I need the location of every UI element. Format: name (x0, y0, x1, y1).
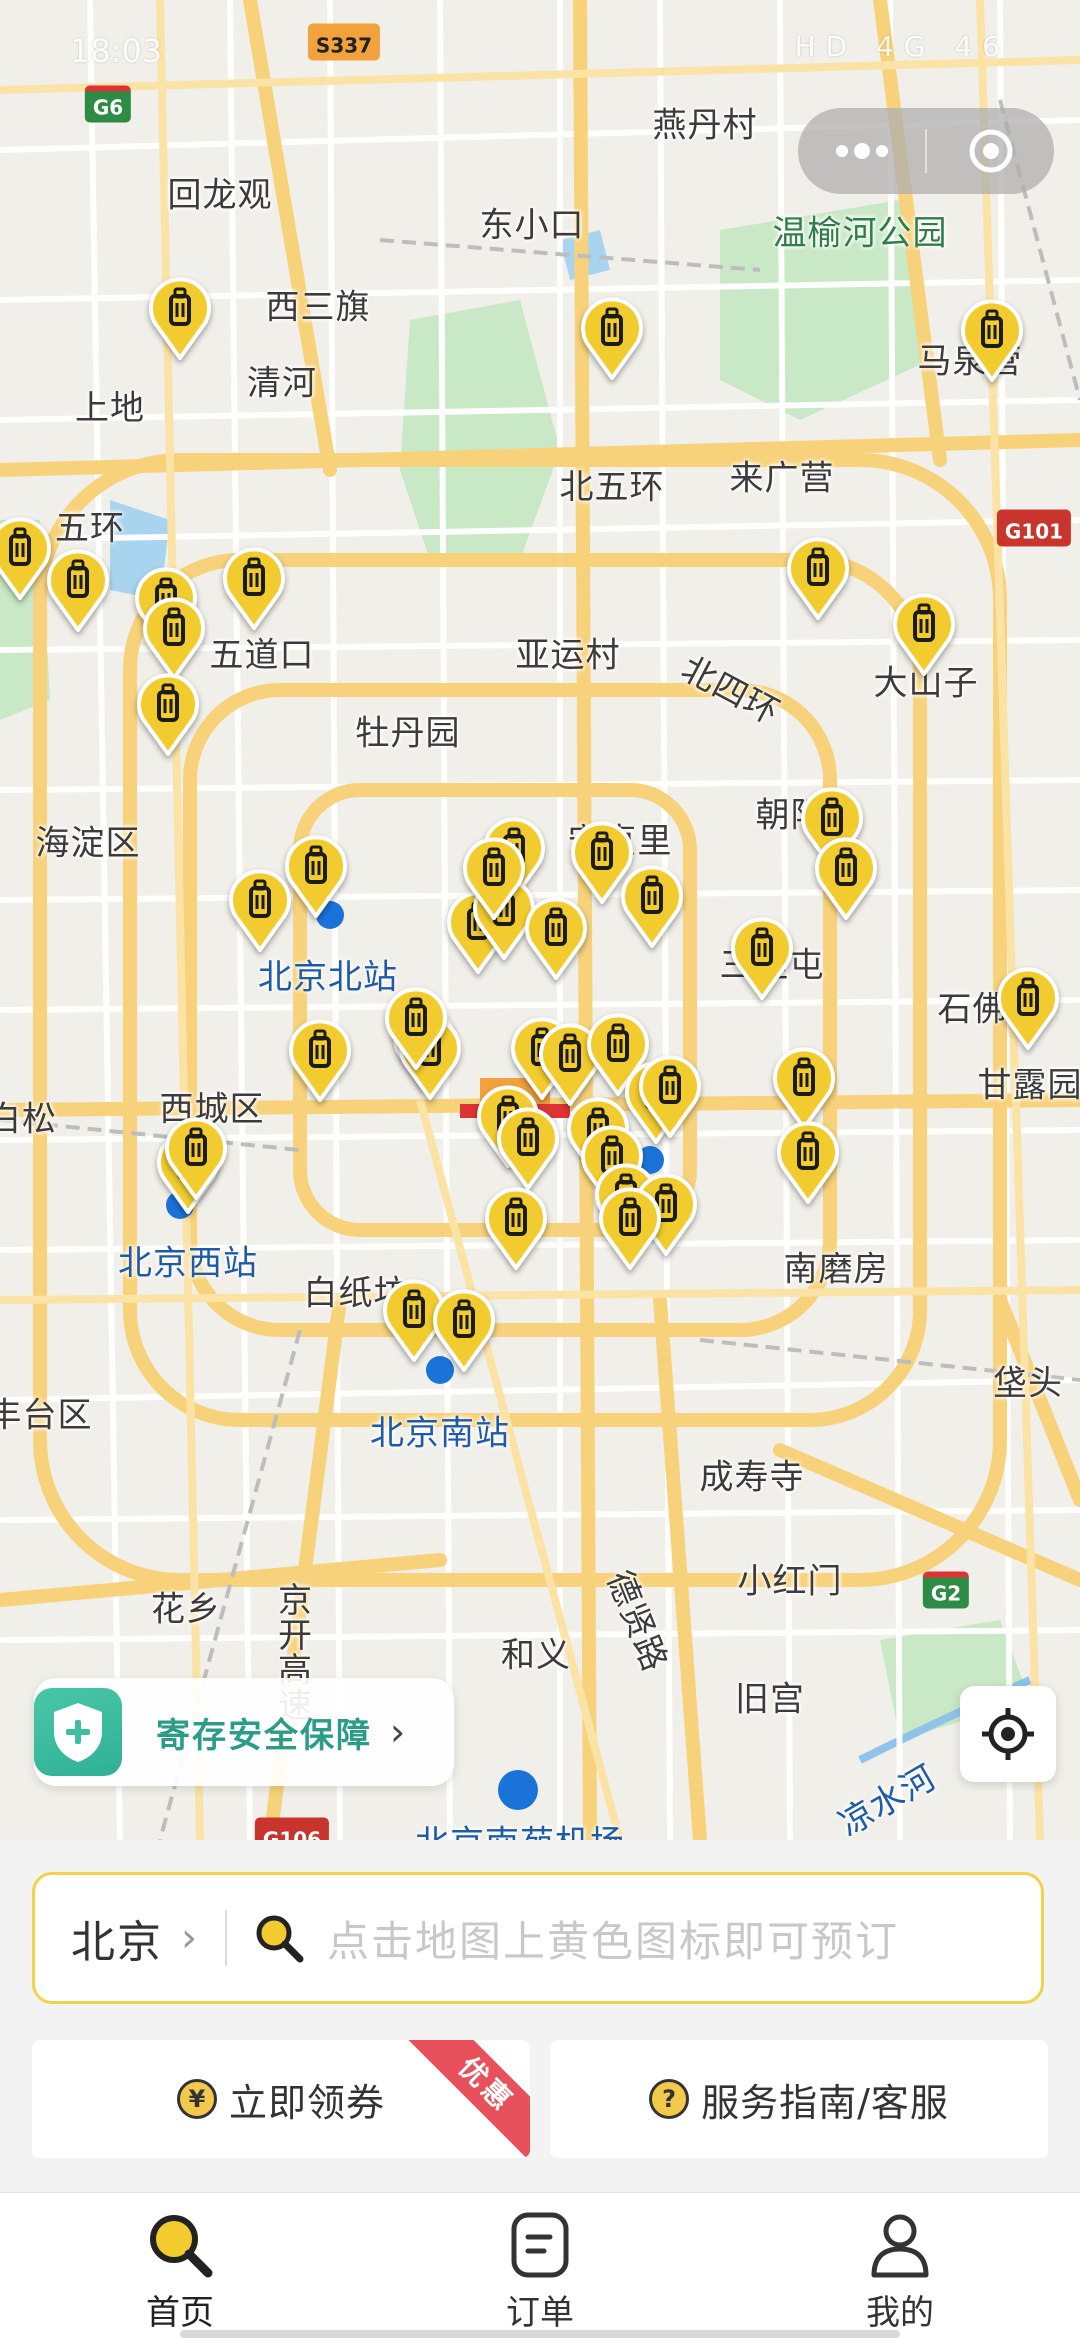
luggage-pin[interactable] (147, 276, 213, 360)
search-bar[interactable]: 北京 › 点击地图上黄色图标即可预订 (32, 1872, 1044, 2004)
map-label-beijingxi: 北京西站 (118, 1243, 258, 1284)
tab-orders-label: 订单 (506, 2293, 574, 2333)
map-label-mudanyuan: 牡丹园 (355, 713, 461, 754)
search-icon (253, 1912, 305, 1964)
chevron-right-icon: › (181, 1915, 197, 1961)
map-label-laiguangying: 来广营 (729, 458, 835, 499)
search-icon (150, 2215, 213, 2278)
bottom-panel: 北京 › 点击地图上黄色图标即可预订 ¥ 立即领券 优惠 ? 服务指南/客服 (0, 1840, 1080, 2192)
map-label-nanmofang: 南磨房 (783, 1249, 889, 1290)
map-label-dongxiaokou: 东小口 (479, 205, 585, 246)
map-label-nanyuan-airport: 北京南苑机场 (415, 1816, 625, 1841)
luggage-pin[interactable] (221, 546, 287, 630)
safety-guarantee-label: 寄存安全保障 (156, 1715, 372, 1756)
status-icons: HD 4G 46 (794, 30, 1010, 63)
bottom-tab-bar: 首页 订单 我的 (0, 2192, 1080, 2340)
luggage-pin[interactable] (483, 1186, 549, 1270)
highway-shield-g2: G2 (922, 1571, 970, 1609)
map-label-yandancun: 燕丹村 (652, 105, 758, 146)
luggage-pin[interactable] (163, 1116, 229, 1200)
crosshair-icon (982, 1708, 1034, 1760)
get-coupon-label: 立即领券 (228, 2080, 385, 2125)
map-label-wudaokou: 五道口 (209, 635, 315, 676)
luggage-pin[interactable] (995, 966, 1061, 1050)
user-icon (871, 2214, 929, 2278)
yen-coin-icon: ¥ (176, 2079, 217, 2119)
luggage-pin[interactable] (771, 1046, 837, 1130)
luggage-pin[interactable] (729, 916, 795, 1000)
search-divider (225, 1910, 227, 1966)
service-guide-label: 服务指南/客服 (701, 2080, 949, 2125)
question-icon: ? (649, 2079, 690, 2119)
map-label-haidian: 海淀区 (35, 823, 141, 864)
tab-home[interactable]: 首页 (0, 2193, 360, 2340)
luggage-pin[interactable] (431, 1288, 497, 1372)
luggage-pin[interactable] (141, 596, 207, 680)
map-label-wenyuhe: 温榆河公园 (772, 213, 948, 254)
luggage-pin[interactable] (959, 298, 1025, 382)
luggage-pin[interactable] (383, 986, 449, 1070)
safety-guarantee-banner[interactable]: 寄存安全保障 › (34, 1678, 454, 1786)
mini-program-capsule (798, 108, 1054, 194)
map-label-qinghe: 清河 (247, 363, 317, 404)
search-input[interactable]: 点击地图上黄色图标即可预订 (327, 1908, 899, 1969)
luggage-pin[interactable] (813, 836, 879, 920)
map-label-ganluyuan: 甘露园 (977, 1065, 1080, 1106)
home-indicator (180, 2330, 900, 2338)
map-label-chengshousi: 成寿寺 (699, 1457, 805, 1498)
luggage-pin[interactable] (785, 536, 851, 620)
luggage-pin[interactable] (135, 672, 201, 756)
locate-me-button[interactable] (960, 1686, 1056, 1782)
map-view[interactable]: 燕丹村 回龙观 东小口 温榆河公园 西三旗 清河 上地 马泉营 北五环 来广营 … (0, 0, 1080, 1840)
service-guide-button[interactable]: ? 服务指南/客服 (550, 2040, 1048, 2158)
highway-shield-g106: G106 (254, 1817, 330, 1840)
app-root: 燕丹村 回龙观 东小口 温榆河公园 西三旗 清河 上地 马泉营 北五环 来广营 … (0, 0, 1080, 2340)
chevron-right-icon: › (390, 1710, 406, 1754)
map-label-beijingnan: 北京南站 (370, 1413, 510, 1454)
luggage-pin[interactable] (597, 1186, 663, 1270)
luggage-pin[interactable] (461, 836, 527, 920)
luggage-pin[interactable] (287, 1018, 353, 1102)
luggage-pin[interactable] (45, 548, 111, 632)
status-bar: 18:03 HD 4G 46 (0, 0, 1080, 100)
map-label-xiaohongmen: 小红门 (737, 1561, 843, 1602)
highway-shield-g101: G101 (996, 509, 1072, 547)
status-time: 18:03 (70, 32, 163, 70)
tab-home-label: 首页 (146, 2293, 214, 2333)
target-circle-icon[interactable] (927, 108, 1054, 194)
tab-orders[interactable]: 订单 (360, 2193, 720, 2340)
luggage-pin[interactable] (775, 1120, 841, 1204)
luggage-pin[interactable] (227, 868, 293, 952)
luggage-pin[interactable] (579, 296, 645, 380)
map-label-huilongguan: 回龙观 (167, 175, 273, 216)
map-label-beijingbei: 北京北站 (258, 957, 398, 998)
get-coupon-button[interactable]: ¥ 立即领券 优惠 (32, 2040, 530, 2158)
luggage-pin[interactable] (891, 592, 957, 676)
map-label-daitou: 垡头 (993, 1363, 1063, 1404)
luggage-pin[interactable] (619, 864, 685, 948)
luggage-pin[interactable] (495, 1106, 561, 1190)
luggage-pin[interactable] (523, 896, 589, 980)
map-label-baisong: 白松 (0, 1099, 57, 1140)
order-list-icon (511, 2212, 569, 2278)
tab-mine-label: 我的 (866, 2293, 934, 2333)
map-label-huaxiang: 花乡 (151, 1589, 221, 1630)
map-label-shangdi: 上地 (75, 388, 145, 429)
map-label-wuhuan-west: 五环 (55, 508, 125, 549)
map-label-beiwuhuan: 北五环 (559, 467, 665, 508)
city-selector[interactable]: 北京 › (35, 1875, 197, 2001)
city-name: 北京 (71, 1917, 163, 1968)
shield-plus-icon (34, 1688, 122, 1776)
map-label-heyi: 和义 (501, 1635, 571, 1676)
map-label-jiugong: 旧宫 (735, 1679, 805, 1720)
promo-ribbon: 优惠 (406, 2040, 530, 2158)
map-label-xisanqi: 西三旗 (265, 287, 371, 328)
map-label-yayuncun: 亚运村 (515, 635, 621, 676)
luggage-pin[interactable] (637, 1054, 703, 1138)
tab-mine[interactable]: 我的 (720, 2193, 1080, 2340)
map-label-fengtai: 丰台区 (0, 1395, 93, 1436)
more-dots-icon[interactable] (798, 108, 925, 194)
